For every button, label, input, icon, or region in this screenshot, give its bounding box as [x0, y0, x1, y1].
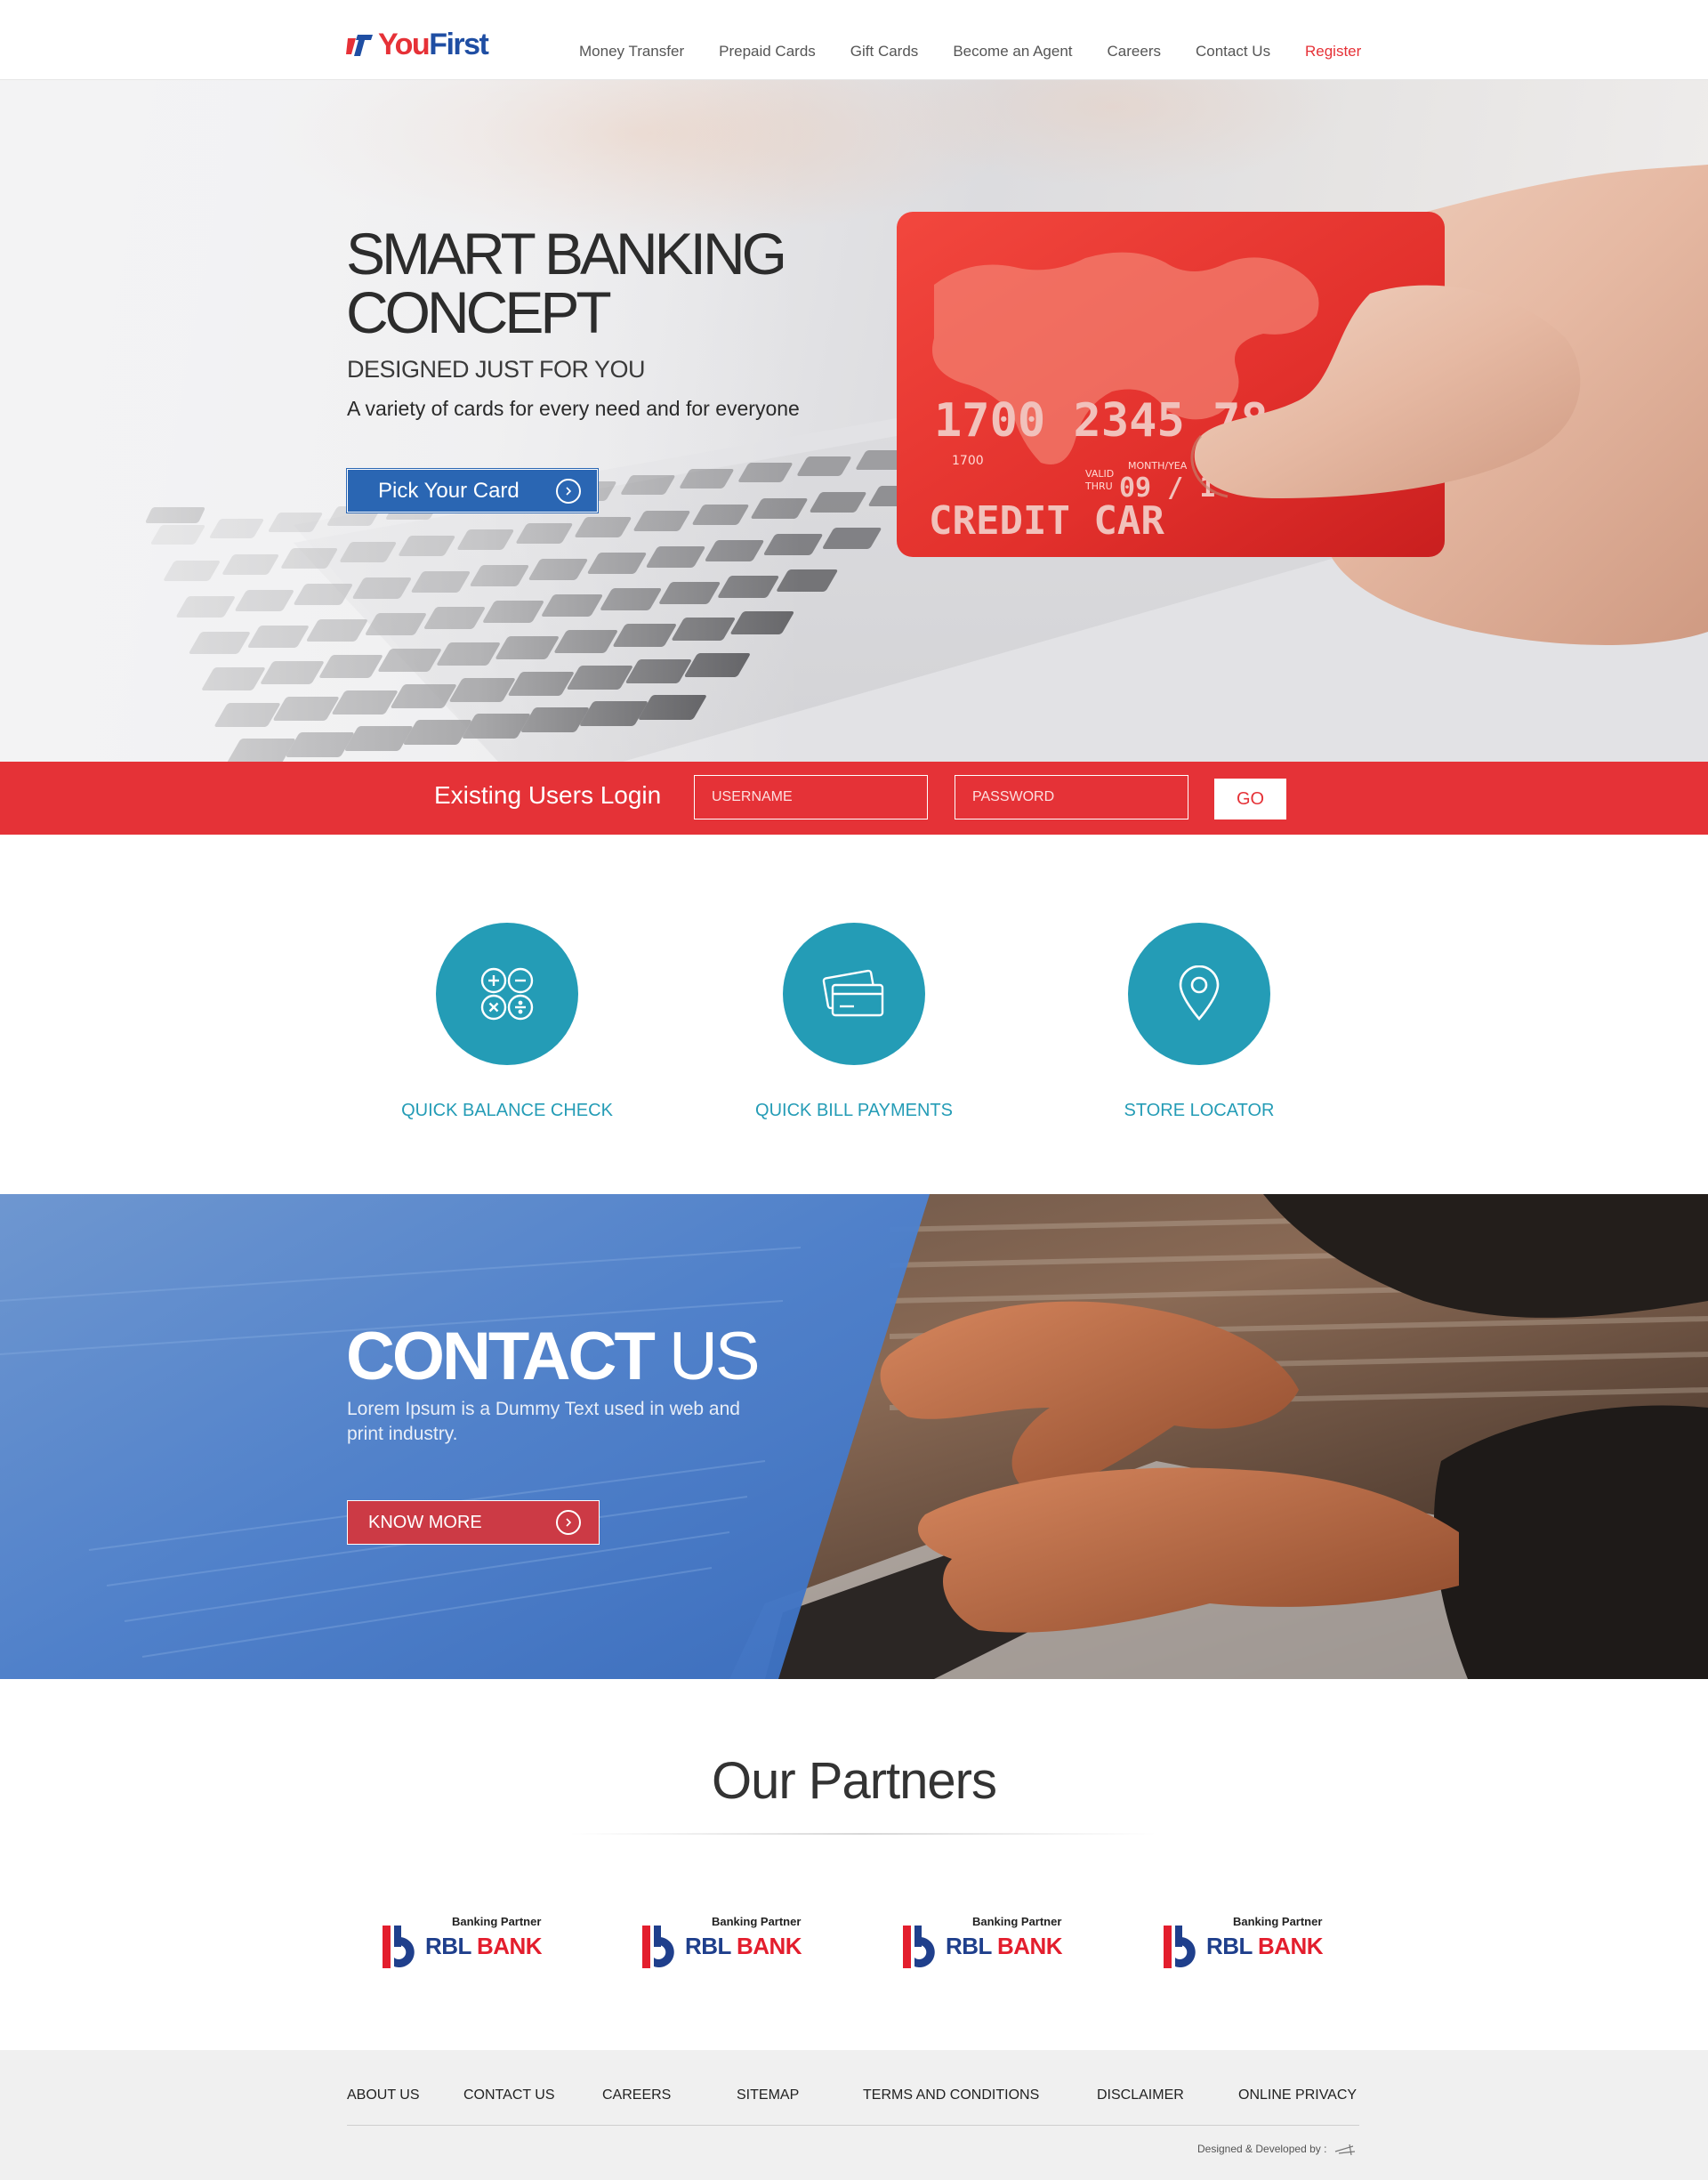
partner-caption: Banking Partner [452, 1915, 542, 1928]
login-title: Existing Users Login [434, 781, 662, 809]
site-header: YouFirst Money Transfer Prepaid Cards Gi… [0, 0, 1708, 80]
svg-text:MONTH/YEA: MONTH/YEA [1128, 460, 1188, 472]
contact-title: CONTACT US [346, 1317, 761, 1397]
feature-store-locator[interactable]: STORE LOCATOR [1048, 923, 1350, 1121]
nav-careers[interactable]: Careers [1108, 43, 1161, 61]
footer-link-contact-us[interactable]: CONTACT US [463, 2087, 555, 2103]
feature-label: QUICK BILL PAYMENTS [755, 1101, 953, 1120]
footer-link-terms[interactable]: TERMS AND CONDITIONS [863, 2087, 1039, 2103]
know-more-button[interactable]: KNOW MORE [347, 1500, 600, 1545]
know-more-label: KNOW MORE [368, 1512, 482, 1532]
developer-logo-icon [1334, 2144, 1355, 2156]
footer-link-careers[interactable]: CAREERS [602, 2087, 671, 2103]
partner-logo[interactable]: Banking Partner RBL BANK [383, 1913, 543, 1968]
rbl-bank-logo-icon [642, 1926, 674, 1968]
rbl-bank-logo-icon [383, 1926, 415, 1968]
footer-divider [347, 2125, 1359, 2126]
cards-icon [783, 923, 925, 1065]
partner-logo[interactable]: Banking Partner RBL BANK [903, 1913, 1063, 1968]
hero-banner: 1700 2345 78 1700 VALID THRU MONTH/YEA 0… [0, 80, 1708, 762]
hero-title: SMART BANKING CONCEPT [346, 221, 787, 345]
pick-your-card-label: Pick Your Card [378, 478, 520, 503]
contact-background-image [0, 1194, 1708, 1679]
go-button[interactable]: GO [1214, 779, 1286, 820]
main-nav: Money Transfer Prepaid Cards Gift Cards … [579, 43, 1305, 61]
feature-quick-bill-payments[interactable]: QUICK BILL PAYMENTS [703, 923, 1005, 1121]
nav-prepaid-cards[interactable]: Prepaid Cards [719, 43, 816, 61]
register-link[interactable]: Register [1305, 43, 1361, 61]
contact-description: Lorem Ipsum is a Dummy Text used in web … [347, 1399, 740, 1444]
partner-name: RBL BANK [946, 1933, 1063, 1959]
svg-text:VALID: VALID [1085, 468, 1114, 480]
chevron-right-circle-icon [556, 479, 581, 504]
partner-caption: Banking Partner [1233, 1915, 1323, 1928]
footer-link-about-us[interactable]: ABOUT US [347, 2087, 420, 2103]
username-input[interactable] [694, 775, 928, 820]
nav-money-transfer[interactable]: Money Transfer [579, 43, 684, 61]
partner-name: RBL BANK [1206, 1933, 1324, 1959]
credit-text: Designed & Developed by : [1197, 2143, 1327, 2156]
partner-logo[interactable]: Banking Partner RBL BANK [642, 1913, 802, 1968]
nav-contact-us[interactable]: Contact Us [1196, 43, 1270, 61]
footer-credit: Designed & Developed by : [1197, 2143, 1357, 2157]
contact-title-bold: CONTACT [346, 1319, 656, 1394]
map-pin-icon [1128, 923, 1270, 1065]
svg-text:1700: 1700 [952, 454, 984, 468]
calculator-icon [436, 923, 578, 1065]
site-footer: ABOUT US CONTACT US CAREERS SITEMAP TERM… [0, 2050, 1708, 2180]
hero-background-image: 1700 2345 78 1700 VALID THRU MONTH/YEA 0… [0, 80, 1708, 762]
footer-link-disclaimer[interactable]: DISCLAIMER [1097, 2087, 1184, 2103]
logo-text: YouFirst [378, 28, 489, 61]
rbl-bank-logo-icon [903, 1926, 935, 1968]
pick-your-card-button[interactable]: Pick Your Card [346, 468, 599, 513]
hero-title-line2: CONCEPT [346, 279, 612, 345]
svg-text:THRU: THRU [1084, 480, 1113, 492]
nav-become-agent[interactable]: Become an Agent [953, 43, 1072, 61]
hero-description: A variety of cards for every need and fo… [347, 397, 800, 420]
feature-label: STORE LOCATOR [1124, 1101, 1275, 1120]
partner-caption: Banking Partner [712, 1915, 802, 1928]
feature-label: QUICK BALANCE CHECK [401, 1101, 613, 1120]
feature-quick-balance-check[interactable]: QUICK BALANCE CHECK [356, 923, 658, 1121]
nav-gift-cards[interactable]: Gift Cards [850, 43, 919, 61]
hero-subtitle: DESIGNED JUST FOR YOU [347, 356, 646, 383]
contact-title-light: US [669, 1319, 761, 1394]
partners-divider [569, 1833, 1156, 1835]
partner-name: RBL BANK [425, 1933, 543, 1959]
password-input[interactable] [955, 775, 1188, 820]
partner-logo[interactable]: Banking Partner RBL BANK [1164, 1913, 1324, 1968]
footer-link-sitemap[interactable]: SITEMAP [737, 2087, 799, 2103]
logo-mark-icon [346, 35, 373, 56]
hero-title-line1: SMART BANKING [346, 221, 787, 287]
partner-name: RBL BANK [685, 1933, 802, 1959]
partner-caption: Banking Partner [972, 1915, 1062, 1928]
rbl-bank-logo-icon [1164, 1926, 1196, 1968]
partners-title: Our Partners [712, 1752, 997, 1810]
footer-link-online-privacy[interactable]: ONLINE PRIVACY [1238, 2087, 1357, 2103]
svg-text:CREDIT CAR: CREDIT CAR [929, 498, 1164, 544]
youfirst-logo[interactable]: YouFirst [346, 28, 489, 61]
login-bar: Existing Users Login GO [0, 762, 1708, 835]
contact-banner: CONTACT US Lorem Ipsum is a Dummy Text u… [0, 1194, 1708, 1679]
chevron-right-circle-icon [556, 1510, 581, 1535]
